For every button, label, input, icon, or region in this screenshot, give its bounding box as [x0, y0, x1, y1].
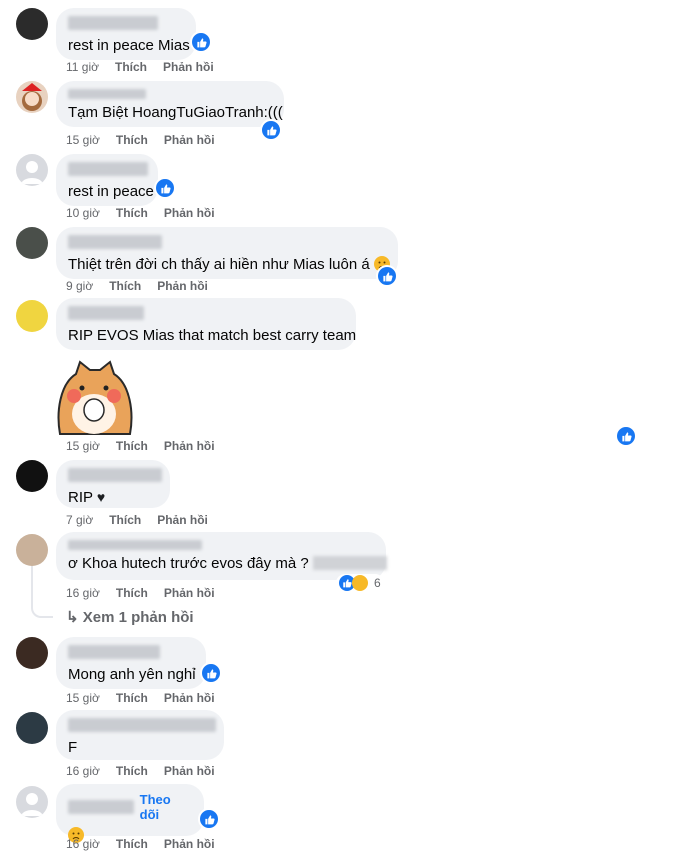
comment-text: Mong anh yên nghỉ	[68, 666, 196, 683]
reply-button[interactable]: Phản hồi	[163, 60, 214, 74]
reply-arrow-icon: ↳	[66, 609, 79, 626]
like-reaction-icon[interactable]	[615, 425, 637, 447]
reaction-summary[interactable]: 6	[336, 574, 384, 592]
like-button[interactable]: Thích	[109, 279, 141, 293]
comment-bubble: F	[56, 710, 224, 760]
comment-text: RIP EVOS Mias that match best carry team	[68, 327, 357, 344]
timestamp[interactable]: 15 giờ	[66, 691, 100, 705]
author-name[interactable]	[68, 645, 160, 659]
reply-button[interactable]: Phản hồi	[164, 837, 215, 851]
reply-button[interactable]: Phản hồi	[164, 206, 215, 220]
comment-meta: 11 giờ Thích Phản hồi	[66, 60, 214, 74]
like-reaction-icon[interactable]	[190, 31, 212, 53]
sad-reaction-icon	[352, 575, 368, 591]
timestamp[interactable]: 10 giờ	[66, 206, 100, 220]
author-name[interactable]	[68, 89, 146, 99]
comment-meta: 15 giờ Thích Phản hồi	[66, 691, 215, 705]
author-name[interactable]	[68, 162, 148, 176]
follow-link[interactable]: Theo dõi	[140, 792, 192, 822]
like-reaction-icon[interactable]	[200, 662, 222, 684]
avatar[interactable]	[16, 227, 48, 259]
like-button[interactable]: Thích	[116, 439, 148, 453]
avatar[interactable]	[16, 154, 48, 186]
timestamp[interactable]: 9 giờ	[66, 279, 93, 293]
comment-text: rest in peace Mias	[68, 37, 190, 54]
comment-bubble: RIP EVOS Mias that match best carry team	[56, 298, 356, 350]
black-heart-icon: ♥	[96, 489, 106, 505]
avatar[interactable]	[16, 712, 48, 744]
timestamp[interactable]: 16 giờ	[66, 837, 100, 851]
comment-bubble: ơ Khoa hutech trước evos đây mà ?	[56, 532, 387, 580]
like-button[interactable]: Thích	[116, 206, 148, 220]
reaction-count: 6	[374, 576, 381, 590]
comment-bubble: rest in peace Mias	[56, 8, 196, 60]
comment-meta: 10 giờ Thích Phản hồi	[66, 206, 215, 220]
comment-meta: 16 giờ Thích Phản hồi	[66, 837, 215, 851]
like-reaction-icon[interactable]	[154, 177, 176, 199]
thread-connector	[31, 566, 53, 618]
avatar[interactable]	[16, 460, 48, 492]
reply-button[interactable]: Phản hồi	[157, 279, 208, 293]
like-button[interactable]: Thích	[116, 691, 148, 705]
like-button[interactable]: Thích	[116, 586, 148, 600]
author-name[interactable]	[68, 235, 162, 249]
author-name[interactable]	[68, 468, 162, 482]
comment-bubble: Tạm Biệt HoangTuGiaoTranh:(((	[56, 81, 284, 127]
like-button[interactable]: Thích	[116, 133, 148, 147]
avatar[interactable]	[16, 300, 48, 332]
comment-meta: 7 giờ Thích Phản hồi	[66, 513, 208, 527]
like-button[interactable]: Thích	[116, 837, 148, 851]
comment-bubble: rest in peace	[56, 154, 158, 206]
timestamp[interactable]: 15 giờ	[66, 439, 100, 453]
reply-button[interactable]: Phản hồi	[164, 691, 215, 705]
author-name[interactable]	[68, 718, 216, 732]
comment-meta: 16 giờ Thích Phản hồi	[66, 586, 215, 600]
comment-text: Thiệt trên đời ch thấy ai hiền như Mias …	[68, 255, 390, 274]
avatar[interactable]	[16, 637, 48, 669]
reply-button[interactable]: Phản hồi	[164, 133, 215, 147]
author-name[interactable]	[68, 800, 134, 814]
like-button[interactable]: Thích	[116, 764, 148, 778]
comment-text: ơ Khoa hutech trước evos đây mà ?	[68, 554, 387, 573]
comment-bubble: Mong anh yên nghỉ	[56, 637, 206, 689]
timestamp[interactable]: 16 giờ	[66, 586, 100, 600]
author-name[interactable]	[68, 16, 158, 30]
like-reaction-icon[interactable]	[198, 808, 220, 830]
avatar[interactable]	[16, 534, 48, 566]
reply-button[interactable]: Phản hồi	[157, 513, 208, 527]
like-button[interactable]: Thích	[109, 513, 141, 527]
comment-text: Tạm Biệt HoangTuGiaoTranh:(((	[68, 104, 283, 121]
sticker-image	[52, 360, 136, 436]
timestamp[interactable]: 11 giờ	[66, 60, 99, 74]
comment-text: F	[68, 739, 78, 756]
comment-text: RIP ♥	[68, 489, 106, 506]
comment-bubble: Theo dõi	[56, 784, 204, 843]
comment-bubble: Thiệt trên đời ch thấy ai hiền như Mias …	[56, 227, 398, 279]
comment-text: rest in peace	[68, 183, 154, 200]
timestamp[interactable]: 16 giờ	[66, 764, 100, 778]
avatar[interactable]	[16, 81, 48, 113]
reply-button[interactable]: Phản hồi	[164, 439, 215, 453]
comment-bubble: RIP ♥	[56, 460, 170, 508]
like-reaction-icon[interactable]	[376, 265, 398, 287]
view-replies-link[interactable]: ↳ Xem 1 phản hồi	[66, 608, 194, 626]
reply-button[interactable]: Phản hồi	[164, 764, 215, 778]
author-name[interactable]	[68, 540, 202, 550]
avatar[interactable]	[16, 786, 48, 818]
timestamp[interactable]: 7 giờ	[66, 513, 93, 527]
reply-button[interactable]: Phản hồi	[164, 586, 215, 600]
like-button[interactable]: Thích	[115, 60, 147, 74]
mention-tag[interactable]	[312, 556, 387, 570]
comment-meta: 15 giờ Thích Phản hồi	[66, 133, 215, 147]
author-name[interactable]	[68, 306, 144, 320]
like-reaction-icon[interactable]	[260, 119, 282, 141]
comment-meta: 9 giờ Thích Phản hồi	[66, 279, 208, 293]
comment-meta: 16 giờ Thích Phản hồi	[66, 764, 215, 778]
comment-meta: 15 giờ Thích Phản hồi	[66, 439, 215, 453]
timestamp[interactable]: 15 giờ	[66, 133, 100, 147]
avatar[interactable]	[16, 8, 48, 40]
